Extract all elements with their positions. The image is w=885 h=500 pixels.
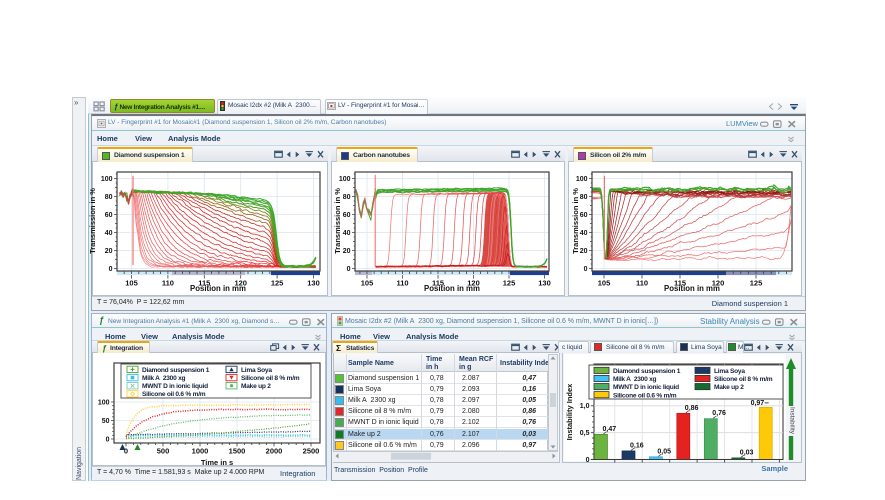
svg-text:20: 20 bbox=[105, 248, 113, 255]
svg-text:50: 50 bbox=[102, 418, 110, 425]
svg-text:0: 0 bbox=[347, 266, 351, 273]
svg-text:Silicone oil 8 % m/m: Silicone oil 8 % m/m bbox=[714, 376, 773, 383]
svg-text:110: 110 bbox=[636, 279, 648, 288]
svg-text:0: 0 bbox=[586, 457, 590, 464]
svg-text:100: 100 bbox=[576, 176, 588, 183]
svg-text:Transmission in %: Transmission in % bbox=[333, 188, 342, 254]
svg-text:1000: 1000 bbox=[192, 447, 209, 456]
svg-text:0,16: 0,16 bbox=[630, 442, 644, 449]
svg-text:Silicone oil 8 % m/m: Silicone oil 8 % m/m bbox=[241, 375, 300, 382]
svg-text:0,86: 0,86 bbox=[685, 405, 699, 412]
svg-text:80: 80 bbox=[105, 194, 113, 201]
svg-text:Silicone oil 0.6 % m/m: Silicone oil 0.6 % m/m bbox=[613, 392, 677, 399]
svg-text:Diamond suspension 1: Diamond suspension 1 bbox=[142, 367, 210, 374]
svg-text:2000: 2000 bbox=[266, 447, 283, 456]
svg-text:130: 130 bbox=[538, 279, 551, 288]
svg-text:Make up 2: Make up 2 bbox=[241, 383, 271, 390]
svg-text:Milk A 2300 xg: Milk A 2300 xg bbox=[142, 375, 186, 382]
svg-text:Position in mm: Position in mm bbox=[664, 284, 720, 293]
svg-text:1,0: 1,0 bbox=[580, 403, 590, 410]
svg-text:105: 105 bbox=[125, 279, 138, 288]
svg-text:Milk A 2300 xg: Milk A 2300 xg bbox=[613, 376, 657, 383]
svg-text:0,97: 0,97 bbox=[751, 400, 765, 407]
svg-text:0: 0 bbox=[109, 266, 113, 273]
svg-text:0: 0 bbox=[584, 266, 588, 273]
svg-text:130: 130 bbox=[307, 279, 320, 288]
svg-text:MWNT D in ionic liquid: MWNT D in ionic liquid bbox=[613, 384, 679, 391]
svg-text:100: 100 bbox=[339, 176, 351, 183]
svg-text:110: 110 bbox=[396, 279, 408, 288]
svg-text:Position in mm: Position in mm bbox=[424, 284, 480, 293]
svg-text:125: 125 bbox=[271, 279, 284, 288]
svg-text:20: 20 bbox=[580, 248, 588, 255]
svg-text:2500: 2500 bbox=[303, 447, 320, 456]
svg-text:125: 125 bbox=[503, 279, 516, 288]
svg-text:20: 20 bbox=[343, 248, 351, 255]
svg-text:40: 40 bbox=[343, 230, 351, 237]
svg-text:0: 0 bbox=[124, 447, 128, 456]
svg-text:Diamond suspension 1: Diamond suspension 1 bbox=[613, 368, 681, 375]
svg-text:Make up 2: Make up 2 bbox=[714, 384, 744, 391]
svg-text:Instability Index: Instability Index bbox=[565, 383, 574, 441]
svg-text:105: 105 bbox=[598, 279, 611, 288]
svg-text:Silicone oil 0.6 % m/m: Silicone oil 0.6 % m/m bbox=[142, 391, 206, 398]
svg-text:80: 80 bbox=[580, 194, 588, 201]
svg-text:0: 0 bbox=[106, 436, 110, 443]
svg-text:40: 40 bbox=[105, 230, 113, 237]
svg-text:0,47: 0,47 bbox=[603, 426, 617, 433]
svg-text:60: 60 bbox=[343, 212, 351, 219]
svg-text:0,03: 0,03 bbox=[740, 449, 754, 456]
svg-text:105: 105 bbox=[361, 279, 374, 288]
svg-text:Lima Soya: Lima Soya bbox=[241, 367, 272, 374]
svg-text:MWNT D in ionic liquid: MWNT D in ionic liquid bbox=[142, 383, 208, 390]
svg-text:60: 60 bbox=[580, 212, 588, 219]
svg-text:1500: 1500 bbox=[229, 447, 246, 456]
svg-text:80: 80 bbox=[343, 194, 351, 201]
svg-text:Transmission in %: Transmission in % bbox=[88, 188, 97, 254]
svg-text:0,05: 0,05 bbox=[657, 448, 671, 455]
svg-text:Transmission in %: Transmission in % bbox=[571, 188, 580, 254]
svg-text:110: 110 bbox=[162, 279, 174, 288]
svg-text:0,5: 0,5 bbox=[580, 430, 590, 437]
svg-text:40: 40 bbox=[580, 230, 588, 237]
svg-text:Position in mm: Position in mm bbox=[190, 284, 246, 293]
svg-text:60: 60 bbox=[105, 212, 113, 219]
svg-text:100: 100 bbox=[101, 176, 113, 183]
svg-text:500: 500 bbox=[157, 447, 170, 456]
svg-text:100: 100 bbox=[98, 399, 110, 406]
svg-text:0,76: 0,76 bbox=[712, 410, 726, 417]
svg-text:125: 125 bbox=[750, 279, 763, 288]
svg-text:Lima Soya: Lima Soya bbox=[714, 368, 745, 375]
